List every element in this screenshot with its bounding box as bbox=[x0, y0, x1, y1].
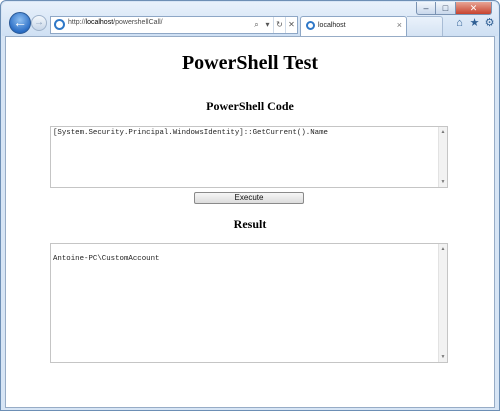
gear-icon[interactable]: ⚙ bbox=[484, 16, 495, 30]
page-viewport: PowerShell Test PowerShell Code [System.… bbox=[5, 36, 495, 408]
tab-page-icon bbox=[306, 21, 315, 30]
code-text: [System.Security.Principal.WindowsIdenti… bbox=[53, 129, 328, 137]
maximize-button[interactable]: □ bbox=[436, 2, 456, 15]
browser-toolbar: – □ ✕ ← → http://localhost/powershellCal… bbox=[2, 2, 498, 36]
close-window-button[interactable]: ✕ bbox=[456, 2, 492, 15]
url-host: localhost bbox=[85, 19, 114, 26]
forward-button[interactable]: → bbox=[31, 15, 47, 31]
result-text: Antoine-PC\CustomAccount bbox=[53, 255, 160, 263]
url-prefix: http:// bbox=[68, 19, 86, 26]
home-icon[interactable]: ⌂ bbox=[454, 16, 465, 30]
page-title: PowerShell Test bbox=[181, 52, 319, 74]
dropdown-icon[interactable]: ▾ bbox=[262, 17, 273, 33]
window-caption-buttons: – □ ✕ bbox=[416, 2, 492, 15]
address-bar-buttons: ⌕ ▾ ↻ ✕ bbox=[251, 17, 297, 33]
code-scrollbar[interactable]: ▲ ▼ bbox=[438, 127, 447, 187]
scroll-up-icon[interactable]: ▲ bbox=[439, 128, 447, 136]
url-path: /powershellCall/ bbox=[113, 19, 163, 26]
address-bar[interactable]: http://localhost/powershellCall/ ⌕ ▾ ↻ ✕ bbox=[50, 16, 298, 34]
code-textarea[interactable]: [System.Security.Principal.WindowsIdenti… bbox=[50, 126, 448, 188]
ie-page-icon bbox=[54, 19, 65, 30]
result-section-title: Result bbox=[233, 217, 267, 231]
search-icon[interactable]: ⌕ bbox=[251, 17, 262, 33]
tab-label: localhost bbox=[318, 22, 346, 29]
execute-button[interactable]: Execute bbox=[194, 192, 304, 204]
scroll-down-icon[interactable]: ▼ bbox=[439, 353, 447, 361]
star-icon[interactable]: ★ bbox=[469, 16, 480, 30]
stop-icon[interactable]: ✕ bbox=[285, 17, 297, 33]
browser-window: – □ ✕ ← → http://localhost/powershellCal… bbox=[0, 0, 500, 411]
tab-close-icon[interactable]: × bbox=[397, 20, 402, 30]
forward-arrow-icon: → bbox=[34, 17, 44, 28]
scroll-up-icon[interactable]: ▲ bbox=[439, 245, 447, 253]
result-scrollbar[interactable]: ▲ ▼ bbox=[438, 244, 447, 362]
code-section-title: PowerShell Code bbox=[206, 99, 294, 113]
new-tab-button[interactable] bbox=[407, 16, 443, 36]
url-text[interactable]: http://localhost/powershellCall/ bbox=[68, 19, 163, 26]
tab-localhost[interactable]: localhost × bbox=[300, 16, 407, 36]
back-button[interactable]: ← bbox=[9, 12, 31, 34]
refresh-icon[interactable]: ↻ bbox=[273, 17, 285, 33]
result-textarea[interactable]: Antoine-PC\CustomAccount ▲ ▼ bbox=[50, 243, 448, 363]
minimize-button[interactable]: – bbox=[416, 2, 436, 15]
scroll-down-icon[interactable]: ▼ bbox=[439, 178, 447, 186]
back-arrow-icon: ← bbox=[13, 14, 27, 30]
toolbar-icons: ⌂ ★ ⚙ bbox=[454, 16, 495, 30]
